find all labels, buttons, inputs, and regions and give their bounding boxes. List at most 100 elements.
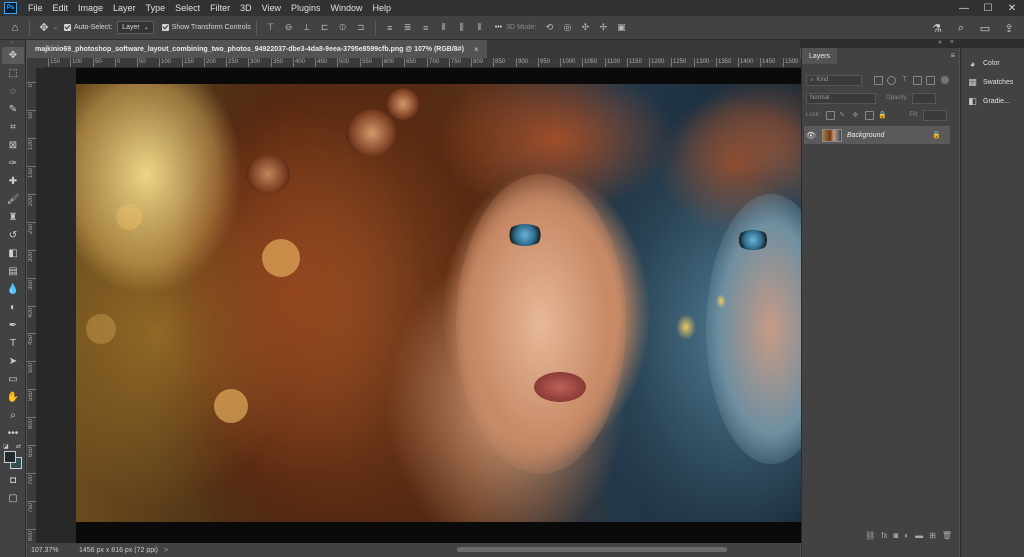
align-bottom-icon[interactable]: ⊥ <box>300 21 314 35</box>
document-image[interactable] <box>76 84 801 522</box>
adjustment-filter-icon[interactable] <box>887 75 896 85</box>
menu-filter[interactable]: Filter <box>205 0 235 16</box>
distribute-bottom-icon[interactable]: ≡ <box>419 21 433 35</box>
minimize-icon[interactable]: — <box>952 0 976 16</box>
gradients-panel-button[interactable]: ◧ Gradie... <box>961 92 1024 111</box>
smart-object-filter-icon[interactable] <box>926 75 935 85</box>
distribute-vcenter-icon[interactable]: ≣ <box>401 21 415 35</box>
home-icon[interactable]: ⌂ <box>6 19 24 37</box>
auto-select-checkbox[interactable] <box>64 24 72 31</box>
opacity-field[interactable] <box>912 92 937 104</box>
menu-type[interactable]: Type <box>141 0 171 16</box>
menu-select[interactable]: Select <box>170 0 205 16</box>
status-menu-icon[interactable]: > <box>164 547 168 554</box>
auto-select-dropdown[interactable]: Layer ⌄ <box>117 21 154 34</box>
delete-layer-icon[interactable]: 🗑 <box>942 531 952 540</box>
align-left-icon[interactable]: ⊏ <box>318 21 332 35</box>
workspace-icon[interactable]: ▭ <box>976 19 994 37</box>
panel-menu-icon[interactable]: ≡ <box>950 51 955 60</box>
eye-icon[interactable]: 👁 <box>804 131 818 140</box>
menu-layer[interactable]: Layer <box>108 0 141 16</box>
lock-icon[interactable]: 🔒 <box>932 131 942 139</box>
menu-view[interactable]: View <box>257 0 286 16</box>
blur-tool-icon[interactable]: 💧 <box>2 281 24 298</box>
swatches-panel-button[interactable]: ▦ Swatches <box>961 73 1024 92</box>
crop-tool-icon[interactable]: ⌗ <box>2 119 24 136</box>
chevron-down-icon[interactable]: ⌄ <box>53 24 58 31</box>
3d-rotate-icon[interactable]: ⟲ <box>542 21 556 35</box>
toolbar-collapse-icon[interactable]: » <box>0 40 25 46</box>
align-hcenter-icon[interactable]: ⦶ <box>336 21 350 35</box>
lock-image-icon[interactable]: ✎ <box>839 111 848 119</box>
3d-slide-icon[interactable]: ✢ <box>596 21 610 35</box>
ruler-origin[interactable] <box>27 58 44 68</box>
share-icon[interactable]: ⇪ <box>1000 19 1018 37</box>
distribute-hcenter-icon[interactable]: ⫼ <box>455 21 469 35</box>
close-window-icon[interactable]: ✕ <box>1000 0 1024 16</box>
move-tool-icon[interactable]: ✥ <box>2 47 24 64</box>
close-panel-icon[interactable]: × <box>950 39 954 46</box>
zoom-level[interactable]: 107.37% <box>27 547 67 554</box>
menu-plugins[interactable]: Plugins <box>286 0 326 16</box>
hand-tool-icon[interactable]: ✋ <box>2 389 24 406</box>
menu-image[interactable]: Image <box>73 0 108 16</box>
pixel-filter-icon[interactable] <box>874 75 883 85</box>
3d-scale-icon[interactable]: ▣ <box>614 21 628 35</box>
pen-tool-icon[interactable]: ✒ <box>2 317 24 334</box>
foreground-color-swatch[interactable] <box>4 451 16 463</box>
vertical-ruler[interactable]: 0 50 100 150 200 250 300 350 400 450 500 550 600 650 7… <box>27 68 37 543</box>
rectangle-tool-icon[interactable]: ▭ <box>2 371 24 388</box>
more-options-icon[interactable]: ••• <box>495 24 502 31</box>
menu-3d[interactable]: 3D <box>235 0 257 16</box>
document-tab[interactable]: majkinio69_photoshop_software_layout_com… <box>27 40 487 58</box>
new-group-icon[interactable]: ▬ <box>915 531 923 540</box>
color-panel-button[interactable]: ◕ Color <box>961 54 1024 73</box>
flask-icon[interactable]: ⚗ <box>928 19 946 37</box>
layers-tab[interactable]: Layers <box>802 48 838 64</box>
brush-tool-icon[interactable]: 🖌 <box>2 191 24 208</box>
type-filter-icon[interactable]: T <box>900 76 909 85</box>
layer-row-background[interactable]: 👁 Background 🔒 <box>804 126 950 144</box>
fill-field[interactable] <box>922 109 947 121</box>
lasso-tool-icon[interactable]: ◌ <box>2 83 24 100</box>
align-top-icon[interactable]: ⊤ <box>264 21 278 35</box>
layer-style-icon[interactable]: fx <box>881 531 887 540</box>
close-document-icon[interactable]: × <box>474 45 479 54</box>
move-tool-icon[interactable]: ✥ <box>35 19 53 37</box>
distribute-right-icon[interactable]: ⦀ <box>473 21 487 35</box>
zoom-tool-icon[interactable]: ⌕ <box>2 407 24 424</box>
new-layer-icon[interactable]: ⊞ <box>929 531 936 540</box>
menu-window[interactable]: Window <box>326 0 368 16</box>
align-right-icon[interactable]: ⊐ <box>354 21 368 35</box>
collapse-panels-icon[interactable]: « <box>938 39 942 46</box>
menu-file[interactable]: File <box>23 0 48 16</box>
gradient-tool-icon[interactable]: ▤ <box>2 263 24 280</box>
search-icon[interactable]: ⌕ <box>952 19 970 37</box>
quick-mask-icon[interactable]: ◘ <box>2 472 24 489</box>
path-select-tool-icon[interactable]: ➤ <box>2 353 24 370</box>
lock-transparent-icon[interactable] <box>826 110 836 120</box>
link-layers-icon[interactable]: ⛓ <box>865 531 875 540</box>
distribute-top-icon[interactable]: ≡ <box>383 21 397 35</box>
screen-mode-icon[interactable]: ▢ <box>2 490 24 507</box>
eyedropper-tool-icon[interactable]: ✑ <box>2 155 24 172</box>
clone-stamp-tool-icon[interactable]: ♜ <box>2 209 24 226</box>
lock-all-icon[interactable]: 🔒 <box>878 111 887 119</box>
add-mask-icon[interactable]: ◙ <box>893 531 898 540</box>
kind-filter-dropdown[interactable]: ⌕ Kind <box>806 74 862 86</box>
healing-brush-tool-icon[interactable]: ✚ <box>2 173 24 190</box>
dodge-tool-icon[interactable]: ◐ <box>2 299 24 316</box>
show-transform-checkbox[interactable] <box>161 24 169 31</box>
blend-mode-dropdown[interactable]: Normal <box>806 92 876 104</box>
horizontal-ruler[interactable]: 150 100 50 0 50 100 150 200 250 300 350 400 450 500 55… <box>44 58 801 68</box>
lock-artboard-icon[interactable] <box>865 110 875 120</box>
eraser-tool-icon[interactable]: ◧ <box>2 245 24 262</box>
photoshop-logo-icon[interactable]: Ps <box>4 2 17 14</box>
3d-pan-icon[interactable]: ✣ <box>578 21 592 35</box>
filter-toggle-icon[interactable] <box>941 75 949 84</box>
menu-help[interactable]: Help <box>368 0 397 16</box>
horizontal-scrollbar[interactable] <box>457 547 727 552</box>
distribute-left-icon[interactable]: ⦀ <box>437 21 451 35</box>
align-vcenter-icon[interactable]: ⊖ <box>282 21 296 35</box>
menu-edit[interactable]: Edit <box>48 0 74 16</box>
